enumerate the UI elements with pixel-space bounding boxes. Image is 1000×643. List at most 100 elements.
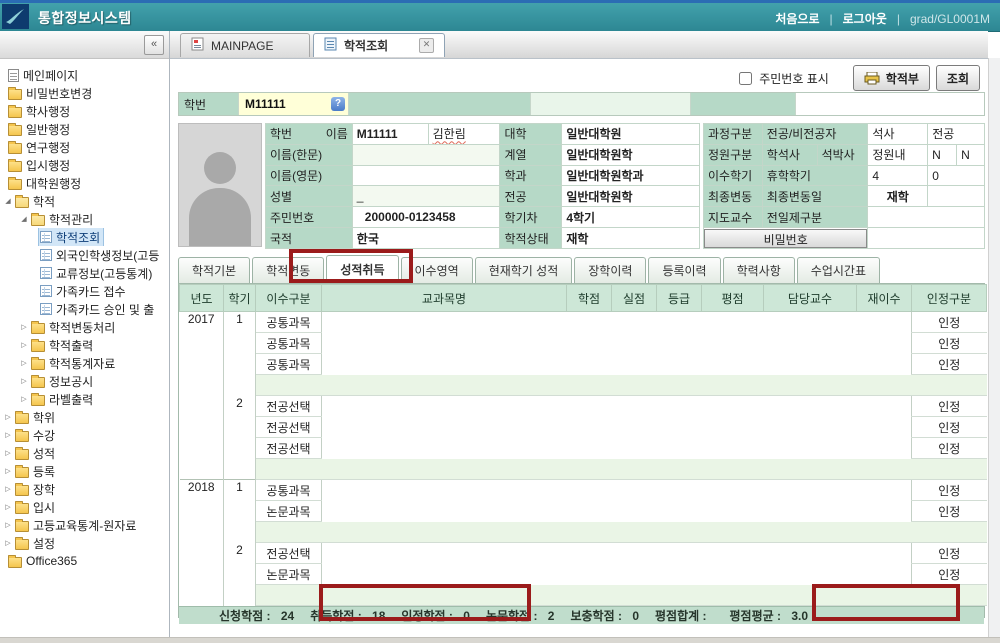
tree-collapsed-icon[interactable]: ▷: [19, 341, 29, 349]
window-tab-label: 학적조회: [344, 37, 388, 54]
sidebar-item-label: 학위: [33, 409, 55, 426]
tree-collapsed-icon[interactable]: ▷: [19, 323, 29, 331]
tree-collapsed-icon[interactable]: ▷: [3, 449, 13, 457]
tree-collapsed-icon[interactable]: ▷: [3, 467, 13, 475]
mainpage-document-icon: [191, 37, 204, 54]
grades-recognition-cell: 인정: [912, 396, 987, 417]
sidebar-item-18[interactable]: ▷라벨출력: [0, 390, 169, 408]
detail-tab-3[interactable]: 이수영역: [401, 257, 473, 283]
sidebar-item-body: 성적: [13, 444, 59, 462]
tree-collapsed-icon[interactable]: ▷: [3, 521, 13, 529]
window-tab-mainpage[interactable]: MAINPAGE: [180, 33, 310, 57]
student-id-label: 학번: [179, 93, 239, 115]
sidebar-item-17[interactable]: ▷정보공시: [0, 372, 169, 390]
sidebar-item-12[interactable]: 가족카드 접수: [0, 282, 169, 300]
sidebar-item-27[interactable]: Office365: [0, 552, 169, 570]
sidebar-item-25[interactable]: ▷ 고등교육통계-원자료: [0, 516, 169, 534]
tree-expanded-icon[interactable]: ◢: [19, 215, 29, 223]
field-label: 학적상태: [500, 228, 562, 249]
folder-icon: [31, 359, 45, 370]
sidebar-item-10[interactable]: 외국인학생정보(고등: [0, 246, 169, 264]
sidebar-item-8[interactable]: ◢ 학적관리: [0, 210, 169, 228]
tree-collapsed-icon[interactable]: ▷: [19, 395, 29, 403]
show-resident-number-checkbox[interactable]: [739, 72, 752, 85]
folder-icon: [15, 413, 29, 424]
help-icon[interactable]: ?: [331, 97, 345, 111]
detail-tab-5[interactable]: 장학이력: [574, 257, 646, 283]
sidebar-item-4[interactable]: 연구행정: [0, 138, 169, 156]
query-button[interactable]: 조회: [936, 65, 980, 91]
detail-tab-4[interactable]: 현재학기 성적: [475, 257, 573, 283]
sidebar-item-22[interactable]: ▷등록: [0, 462, 169, 480]
sidebar-item-14[interactable]: ▷학적변동처리: [0, 318, 169, 336]
window-tab-hakjeok-johoe[interactable]: 학적조회 ✕: [313, 33, 445, 57]
grades-column-header: 등급: [657, 285, 702, 312]
sidebar-item-0[interactable]: 메인페이지: [0, 66, 169, 84]
folder-icon: [8, 89, 22, 100]
tree-collapsed-icon[interactable]: ▷: [3, 503, 13, 511]
folder-icon: [8, 143, 22, 154]
field-value: 200000-0123458: [353, 207, 501, 228]
field-value: 재학: [562, 228, 700, 249]
folder-icon: [15, 521, 29, 532]
tree-expanded-icon[interactable]: ◢: [3, 197, 13, 205]
sidebar-item-5[interactable]: 입시행정: [0, 156, 169, 174]
detail-tab-8[interactable]: 수업시간표: [797, 257, 880, 283]
vertical-scrollbar[interactable]: [988, 58, 1000, 637]
tree-collapsed-icon[interactable]: ▷: [19, 359, 29, 367]
password-button[interactable]: 비밀번호: [704, 229, 867, 248]
sidebar-item-3[interactable]: 일반행정: [0, 120, 169, 138]
close-tab-icon[interactable]: ✕: [419, 38, 434, 53]
sidebar-item-11[interactable]: 교류정보(고등통계): [0, 264, 169, 282]
folder-icon: [31, 323, 45, 334]
sidebar-item-15[interactable]: ▷학적출력: [0, 336, 169, 354]
sidebar-item-9[interactable]: 학적조회: [0, 228, 169, 246]
summary-item-3: 논문학점 : 2: [486, 607, 555, 624]
field-label: 학과: [500, 166, 562, 187]
tree-collapsed-icon[interactable]: ▷: [3, 539, 13, 547]
grades-row: 2전공선택인정: [180, 543, 987, 564]
field-label: 이름(한문): [266, 145, 353, 166]
sidebar-item-23[interactable]: ▷장학: [0, 480, 169, 498]
sidebar-item-16[interactable]: ▷학적통계자료: [0, 354, 169, 372]
detail-tab-6[interactable]: 등록이력: [648, 257, 720, 283]
silhouette-head: [204, 152, 236, 184]
student-id-input[interactable]: [239, 97, 323, 111]
tree-collapsed-icon[interactable]: ▷: [3, 431, 13, 439]
sidebar-item-24[interactable]: ▷입시: [0, 498, 169, 516]
folder-icon: [15, 449, 29, 460]
sidebar-item-label: 고등교육통계-원자료: [33, 517, 136, 534]
sidebar-item-19[interactable]: ▷ 학위: [0, 408, 169, 426]
sidebar-item-6[interactable]: 대학원행정: [0, 174, 169, 192]
sidebar-item-21[interactable]: ▷성적: [0, 444, 169, 462]
sidebar-item-1[interactable]: 비밀번호변경: [0, 84, 169, 102]
home-link[interactable]: 처음으로: [775, 10, 819, 27]
summary-item-5: 평점합계 :: [655, 607, 714, 624]
sidebar-collapse-button[interactable]: «: [144, 35, 164, 55]
app-header: 통합정보시스템 처음으로 | 로그아웃 | grad/GL0001M: [0, 3, 1000, 32]
student-record-button[interactable]: 학적부: [853, 65, 930, 91]
grades-empty-cell: [322, 417, 912, 438]
detail-tab-0[interactable]: 학적기본: [178, 257, 250, 283]
sidebar-item-7[interactable]: ◢학적: [0, 192, 169, 210]
folder-icon: [15, 485, 29, 496]
sidebar-item-label: 학적관리: [49, 211, 93, 228]
tree-collapsed-icon[interactable]: ▷: [3, 485, 13, 493]
grades-empty-cell: [322, 438, 912, 459]
tree-collapsed-icon[interactable]: ▷: [3, 413, 13, 421]
sidebar-item-20[interactable]: ▷수강: [0, 426, 169, 444]
folder-icon: [31, 395, 45, 406]
detail-tab-1[interactable]: 학적변동: [252, 257, 324, 283]
sidebar-item-26[interactable]: ▷설정: [0, 534, 169, 552]
detail-tab-7[interactable]: 학력사항: [723, 257, 795, 283]
tree-collapsed-icon[interactable]: ▷: [19, 377, 29, 385]
grades-column-header: 학점: [567, 285, 612, 312]
sidebar-item-2[interactable]: 학사행정: [0, 102, 169, 120]
student-program-grid: 과정구분 전공/비전공자 석사 전공 정원구분 학석사 석박사 정원내 N N …: [703, 123, 985, 249]
sidebar-item-13[interactable]: 가족카드 승인 및 출: [0, 300, 169, 318]
sidebar-item-label: 교류정보(고등통계): [56, 265, 152, 282]
folder-icon: [8, 107, 22, 118]
detail-tab-2[interactable]: 성적취득: [326, 255, 398, 283]
field-label: 이수학기: [704, 166, 763, 187]
logout-link[interactable]: 로그아웃: [843, 10, 887, 27]
